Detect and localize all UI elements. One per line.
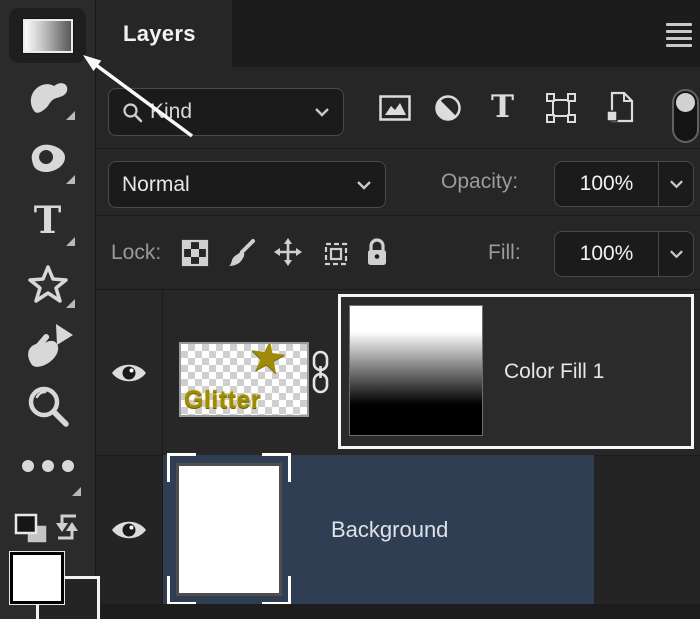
lock-transparency-icon [181,239,209,267]
zoom-tool-button[interactable] [0,383,95,429]
gradient-tool-button[interactable] [9,8,86,63]
filter-type-layers-button[interactable]: T [491,92,514,123]
chevron-down-icon [669,180,683,189]
type-tool-icon: T [33,198,62,242]
layer-thumbnail-glitter[interactable]: ★ Glitter [179,342,309,417]
blend-bar: Normal Opacity: 100% [96,149,700,216]
rotate-view-tool-button[interactable] [0,322,95,368]
chevron-down-icon [315,108,329,117]
layer-name: Background [331,516,449,542]
artboard-icon [324,242,348,266]
smudge-tool-icon [30,83,67,113]
tools-toolbar: T [0,0,100,619]
filter-kind-label: Kind [150,100,193,123]
edit-toolbar-button[interactable] [0,455,95,477]
filter-bar: Kind T [96,67,700,149]
smart-objects-icon [606,91,634,123]
custom-shape-tool-icon [27,265,68,303]
layer-row-background[interactable]: Background [96,453,700,605]
shape-layers-icon [546,93,576,123]
layer-row-color-fill[interactable]: ★ Glitter Color Fill 1 [96,290,700,456]
lock-image-pixels-button[interactable] [226,237,256,273]
pixel-layers-icon [379,95,411,121]
fill-value-box[interactable]: 100% [554,231,694,277]
dodge-flyout-triangle-icon [66,175,75,184]
background-layer-thumbnail[interactable] [176,463,282,596]
glitter-thumbnail-text: Glitter [184,386,262,414]
filter-pixel-layers-button[interactable] [379,94,411,127]
filter-toggle-knob [676,93,695,112]
opacity-value: 100% [579,172,634,195]
filter-smart-objects-button[interactable] [605,91,635,128]
layer-mask-link-icon[interactable] [309,350,333,399]
edit-toolbar-flyout-triangle-icon [72,487,81,496]
lock-artboard-autonest-button[interactable] [320,239,352,274]
lock-transparent-pixels-button[interactable] [181,239,209,272]
type-layers-icon: T [491,89,515,125]
lock-bar: Lock: Fill: 100% [96,216,700,290]
filter-toggle-switch[interactable] [672,89,699,143]
blend-mode-dropdown[interactable]: Normal [108,161,386,208]
blend-mode-value: Normal [122,172,190,196]
eye-icon [112,364,146,381]
type-flyout-triangle-icon [66,237,75,246]
search-icon [123,102,143,122]
gradient-mask-thumbnail[interactable] [349,305,483,436]
layer-visibility-toggle[interactable] [96,455,163,604]
fill-value: 100% [579,242,634,265]
layers-panel: Layers Kind T Normal Opacity: 100% Lock:… [96,0,700,619]
default-colors-button[interactable] [12,512,52,551]
filter-kind-dropdown[interactable]: Kind [108,88,344,136]
layers-list: ★ Glitter Color Fill 1 Background [96,290,700,619]
fill-label: Fill: [488,240,521,264]
lock-label: Lock: [111,240,162,264]
padlock-icon [368,238,386,265]
opacity-value-box[interactable]: 100% [554,161,694,207]
glitter-star: ★ [244,342,291,385]
layer-visibility-toggle[interactable] [96,290,163,455]
ellipsis-icon [21,460,74,472]
opacity-dropdown-button[interactable] [659,162,693,206]
tab-layers-label: Layers [123,20,196,46]
shape-flyout-triangle-icon [66,299,75,308]
smudge-tool-button[interactable] [0,76,95,116]
eye-icon [112,521,146,538]
gradient-tool-icon [22,18,73,53]
panel-tab-bar: Layers [96,0,700,67]
default-colors-icon [14,513,48,544]
opacity-label: Opacity: [441,170,519,193]
dodge-tool-icon [31,144,65,172]
chevron-down-icon [357,180,371,190]
adjustment-layers-icon [435,95,461,121]
brush-icon [229,239,255,266]
panel-menu-icon[interactable] [666,23,692,47]
lock-all-button[interactable] [364,236,390,273]
swap-colors-button[interactable] [52,511,82,548]
tab-layers[interactable]: Layers [96,0,232,67]
list-bottom-strip [96,604,700,619]
chevron-down-icon [669,250,683,259]
type-tool-button[interactable]: T [0,202,95,239]
lock-position-button[interactable] [274,238,302,271]
custom-shape-tool-button[interactable] [0,263,95,305]
foreground-color-swatch[interactable] [10,552,64,604]
photoshop-layers-ui: T Layers Kind T Normal Opacity: 100% Loc… [0,0,700,619]
layer-name: Color Fill 1 [504,359,605,383]
dodge-tool-button[interactable] [0,140,95,176]
fill-dropdown-button[interactable] [659,232,693,276]
smudge-flyout-triangle-icon [66,111,75,120]
filter-adjustment-layers-button[interactable] [434,94,462,127]
filter-shape-layers-button[interactable] [545,92,577,129]
swap-colors-icon [56,514,78,540]
rotate-view-tool-icon [27,324,73,367]
zoom-tool-icon [28,386,69,427]
move-icon [274,238,302,266]
selected-mask-highlight[interactable]: Color Fill 1 [338,294,694,449]
